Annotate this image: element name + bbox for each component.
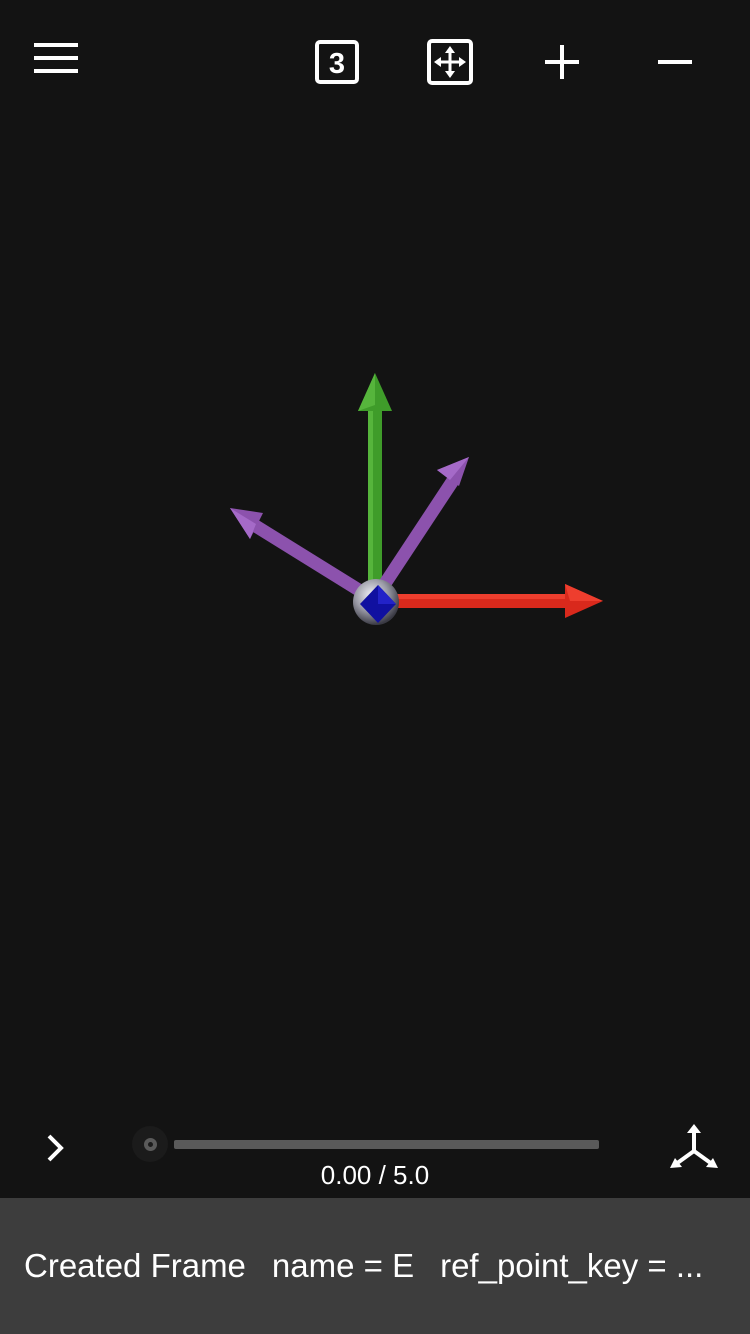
- status-ref-point: ref_point_key = ...: [440, 1247, 704, 1284]
- zoom-out-button[interactable]: [643, 30, 707, 94]
- view-3d-icon: 3: [315, 40, 359, 84]
- origin-point[interactable]: [353, 579, 399, 625]
- vector-arrow-right: [376, 457, 469, 592]
- status-bar: Created Frame name = E ref_point_key = .…: [0, 1198, 750, 1334]
- fit-to-screen-icon: [427, 39, 473, 85]
- vector-arrow-left: [230, 508, 366, 598]
- plus-icon: [545, 45, 579, 79]
- axes-toggle-button[interactable]: [664, 1118, 724, 1178]
- playback-bar: 0.00 / 5.0: [0, 1110, 750, 1198]
- x-axis-arrow: [392, 584, 603, 618]
- y-axis-arrow: [358, 373, 392, 590]
- minus-icon: [658, 60, 692, 64]
- hamburger-menu-icon: [34, 43, 78, 73]
- view-3d-label: 3: [329, 48, 345, 80]
- fit-view-button[interactable]: [418, 30, 482, 94]
- 3d-viewport[interactable]: [0, 120, 750, 1110]
- coordinate-axes-icon: [670, 1124, 718, 1168]
- timeline-track[interactable]: [174, 1140, 599, 1149]
- timeline-thumb-ring: [143, 1137, 157, 1151]
- zoom-in-button[interactable]: [530, 30, 594, 94]
- top-toolbar: 3: [0, 0, 750, 120]
- app-root: 3 0.00 / 5.0 Created Frame name = E ref_…: [0, 0, 750, 1334]
- status-message: Created Frame: [24, 1247, 246, 1284]
- menu-button[interactable]: [24, 26, 88, 90]
- status-name: name = E: [271, 1247, 415, 1284]
- timeline-slider[interactable]: [130, 1124, 605, 1164]
- time-display: 0.00 / 5.0: [320, 1160, 430, 1190]
- view-3d-button[interactable]: 3: [305, 30, 369, 94]
- timeline-thumb[interactable]: [132, 1126, 168, 1162]
- chevron-right-icon: [47, 1134, 64, 1162]
- scene-canvas[interactable]: [0, 120, 750, 1110]
